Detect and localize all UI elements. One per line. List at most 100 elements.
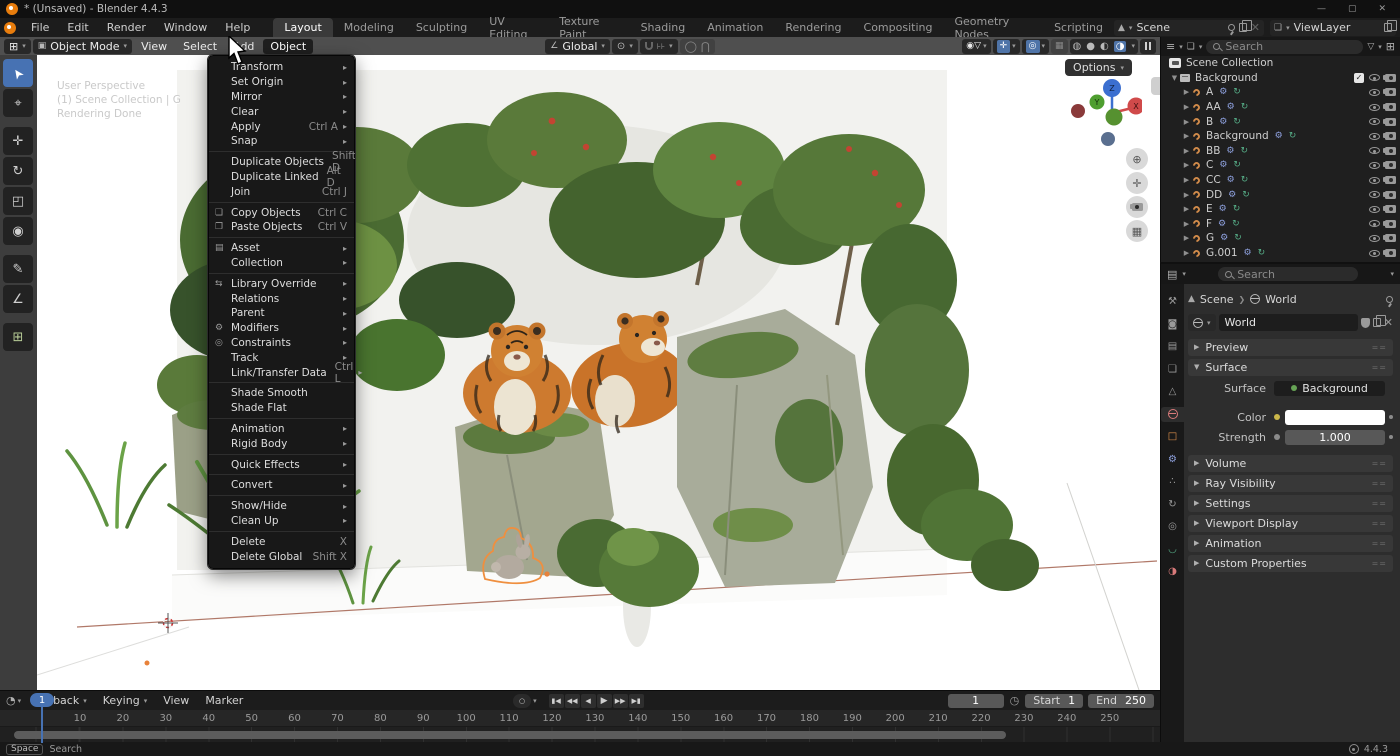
workspace-tab-animation[interactable]: Animation [696,18,774,37]
pause-render-button[interactable] [1140,39,1156,54]
gizmos-toggle[interactable]: ✛▾ [993,39,1020,54]
physics-icon[interactable]: ↻ [1289,131,1297,141]
camera-icon[interactable] [1385,161,1396,169]
auto-key-button[interactable]: ○ [513,694,531,708]
workspace-tab-rendering[interactable]: Rendering [774,18,852,37]
surface-value-button[interactable]: Background [1274,381,1385,396]
tool-scale[interactable]: ◰ [3,187,33,215]
jump-to-end-button[interactable]: ▶▮ [629,694,644,708]
tab-render[interactable]: ◙ [1161,317,1184,332]
modifier-wrench-icon[interactable]: ⚙ [1228,190,1236,200]
world-name-field[interactable]: World [1219,314,1358,331]
animate-dot-icon[interactable] [1389,435,1393,439]
modifier-wrench-icon[interactable]: ⚙ [1244,248,1252,258]
modifier-wrench-icon[interactable]: ⚙ [1275,131,1283,141]
tool-move[interactable]: ✛ [3,127,33,155]
outliner-row-object[interactable]: ▶B⚙↻ [1161,114,1400,129]
next-keyframe-button[interactable]: ▶▶ [613,694,628,708]
menu-item-set-origin[interactable]: Set Origin▸ [209,75,354,90]
camera-icon[interactable] [1385,249,1396,257]
physics-icon[interactable]: ↻ [1241,102,1249,112]
shading-rendered-icon[interactable]: ◑ [1114,41,1127,52]
modifier-wrench-icon[interactable]: ⚙ [1219,87,1227,97]
frame-end-field[interactable]: End250 [1088,694,1154,708]
menu-item-paste-objects[interactable]: ❐Paste ObjectsCtrl V [209,220,354,235]
tool-annotate[interactable]: ✎ [3,255,33,283]
options-button[interactable]: Options ▾ [1065,59,1132,76]
menu-help[interactable]: Help [216,18,259,37]
menu-item-quick-effects[interactable]: Quick Effects▸ [209,457,354,472]
menu-item-show-hide[interactable]: Show/Hide▸ [209,499,354,514]
editor-clock-icon[interactable]: ◔ [6,694,16,707]
menu-view[interactable]: View [134,39,174,54]
menu-item-copy-objects[interactable]: ❏Copy ObjectsCtrl C [209,205,354,220]
camera-view-button[interactable] [1126,196,1148,218]
camera-icon[interactable] [1385,205,1396,213]
menu-item-clear[interactable]: Clear▸ [209,104,354,119]
tab-world[interactable] [1161,407,1184,422]
overlays-toggle[interactable]: ◎▾ [1022,39,1049,54]
tool-measure[interactable]: ∠ [3,285,33,313]
eye-icon[interactable] [1369,104,1380,111]
tool-cursor[interactable]: ⌖ [3,89,33,117]
mode-dropdown[interactable]: ▣Object Mode▾ [33,39,132,54]
outliner-row-object[interactable]: ▶AA⚙↻ [1161,100,1400,115]
collapse-icon[interactable]: ▼ [1169,74,1180,82]
expand-icon[interactable]: ▶ [1181,161,1192,169]
physics-icon[interactable]: ↻ [1232,219,1240,229]
camera-icon[interactable] [1385,103,1396,111]
origin-dot[interactable] [145,661,150,666]
menu-object[interactable]: Object [263,39,313,54]
duplicate-datablock-icon[interactable] [1373,318,1381,327]
new-scene-icon[interactable] [1239,23,1247,32]
tool-add-cube[interactable]: ⊞ [3,323,33,351]
expand-icon[interactable]: ▶ [1181,191,1192,199]
eye-icon[interactable] [1369,177,1380,184]
prev-frame-button[interactable]: ◀ [581,694,596,708]
pin-icon[interactable] [1228,24,1235,31]
tab-view-layer[interactable]: ❏ [1161,362,1184,377]
workspace-tab-layout[interactable]: Layout [273,18,332,37]
tab-output[interactable]: ▤ [1161,339,1184,354]
panel-preview[interactable]: ▶Preview== [1188,339,1393,356]
menu-item-mirror[interactable]: Mirror▸ [209,90,354,105]
filter-id-icon[interactable]: ❏ [1187,42,1195,52]
outliner-row-object[interactable]: ▶DD⚙↻ [1161,187,1400,202]
physics-icon[interactable]: ↻ [1233,204,1241,214]
pin-icon[interactable] [1386,296,1393,303]
modifier-wrench-icon[interactable]: ⚙ [1220,233,1228,243]
eye-icon[interactable] [1369,191,1380,198]
new-viewlayer-icon[interactable] [1384,23,1392,32]
physics-icon[interactable]: ↻ [1258,248,1266,258]
outliner-row-object[interactable]: ▶C⚙↻ [1161,158,1400,173]
eye-icon[interactable] [1369,220,1380,227]
outliner-row-object[interactable]: ▶CC⚙↻ [1161,173,1400,188]
menu-window[interactable]: Window [155,18,216,37]
menu-item-constraints[interactable]: ◎Constraints▸ [209,336,354,351]
eye-icon[interactable] [1369,74,1380,81]
sidebar-toggle[interactable] [1151,77,1160,95]
eye-icon[interactable] [1369,118,1380,125]
expand-icon[interactable]: ▶ [1181,147,1192,155]
outliner-row-collection-background[interactable]: ▼ Background [1161,71,1400,86]
modifier-wrench-icon[interactable]: ⚙ [1218,219,1226,229]
maximize-button[interactable]: ▢ [1348,4,1357,14]
eye-icon[interactable] [1369,89,1380,96]
frame-start-field[interactable]: Start1 [1025,694,1083,708]
expand-icon[interactable]: ▶ [1181,103,1192,111]
menu-item-modifiers[interactable]: ⚙Modifiers▸ [209,321,354,336]
tab-object[interactable]: □ [1161,429,1184,444]
expand-icon[interactable]: ▶ [1181,88,1192,96]
snap-dropdown[interactable]: ⊦⊦▾ [640,39,678,54]
modifier-wrench-icon[interactable]: ⚙ [1219,117,1227,127]
menu-render[interactable]: Render [98,18,155,37]
menu-item-convert[interactable]: Convert▸ [209,478,354,493]
menu-file[interactable]: File [22,18,58,37]
current-frame-field[interactable]: 1 [948,694,1004,708]
tab-particles[interactable]: ∴ [1161,474,1184,489]
tool-transform[interactable]: ◉ [3,217,33,245]
panel-volume[interactable]: ▶Volume== [1188,455,1393,472]
proportional-editing-button[interactable]: ◯⋂ [680,39,715,54]
current-frame-marker[interactable]: 1 [30,693,54,707]
menu-item-clean-up[interactable]: Clean Up▸ [209,514,354,529]
